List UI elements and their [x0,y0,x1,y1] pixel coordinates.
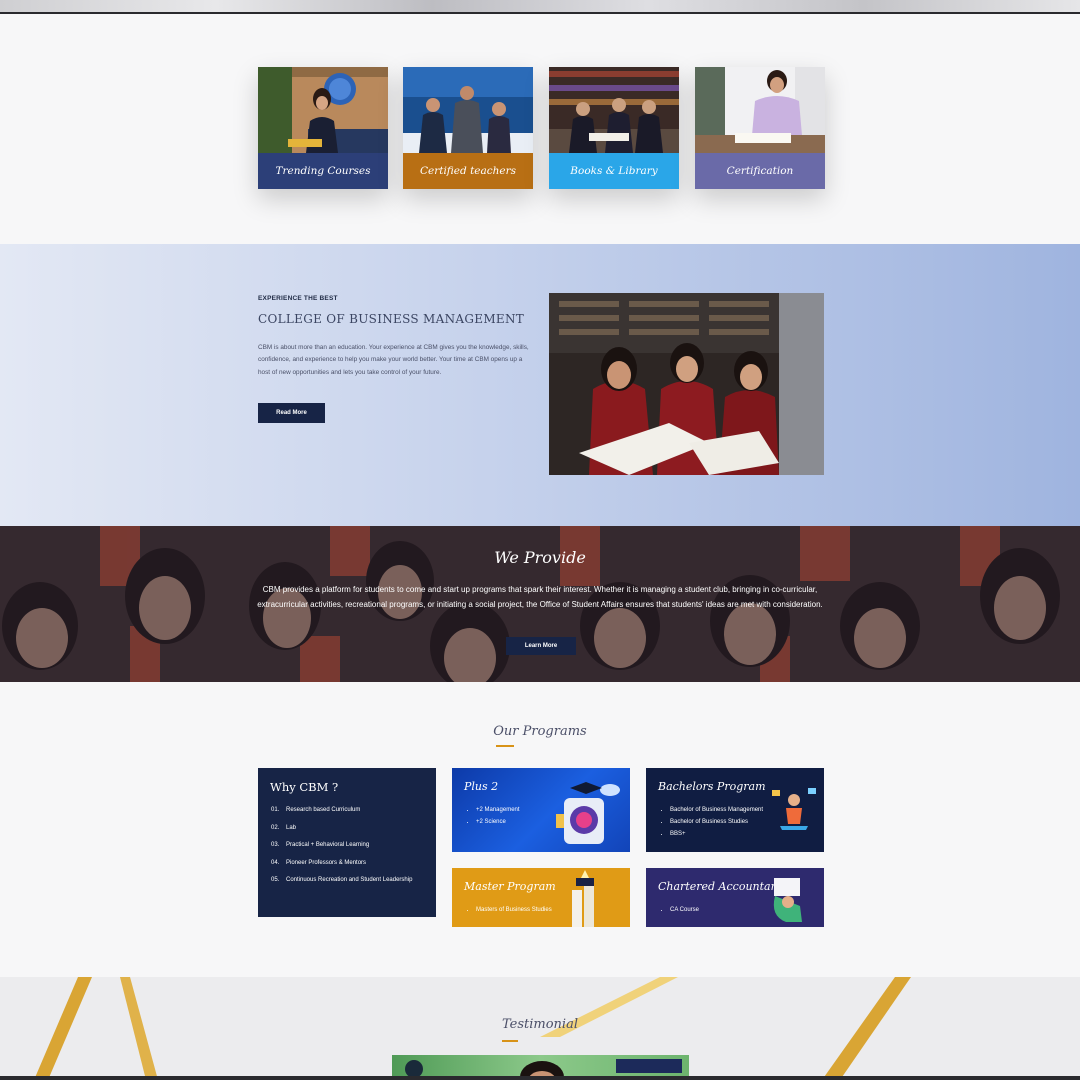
list-item: 04. Pioneer Professors & Mentors [271,859,367,866]
about-photo [549,293,824,475]
books-stack-illustration [572,870,594,927]
program-list: CA Course [670,904,699,916]
program-title: Plus 2 [464,780,499,793]
why-cbm-list: 01. Research based Curriculum 02. Lab 03. P… [271,805,412,893]
card-trending-courses[interactable]: Trending Courses [258,67,388,189]
card-certification[interactable]: Certification [695,67,825,189]
why-cbm-card: Why CBM ? 01. Research based Curriculum 0… [258,768,436,917]
card-photo [549,67,679,153]
about-title: COLLEGE OF BUSINESS MANAGEMENT [258,312,525,326]
card-photo [695,67,825,153]
top-banner-strip [0,0,1080,14]
card-certified-teachers[interactable]: Certified teachers [403,67,533,189]
program-title: Bachelors Program [658,780,766,793]
testimonial-title-underline [502,1040,518,1042]
program-card-chartered-accountancy[interactable]: Chartered Accountancy CA Course [646,868,824,927]
learn-more-button[interactable]: Learn More [506,637,576,655]
card-caption: Certification [695,153,825,189]
about-section: EXPERIENCE THE BEST COLLEGE OF BUSINESS … [0,244,1080,526]
card-photo [258,67,388,153]
program-card-plus2[interactable]: Plus 2 +2 Management +2 Science [452,768,630,852]
card-caption: Books & Library [549,153,679,189]
program-card-bachelors[interactable]: Bachelors Program Bachelor of Business M… [646,768,824,852]
we-provide-text: CBM provides a platform for students to … [257,585,823,609]
card-books-library[interactable]: Books & Library [549,67,679,189]
card-photo [403,67,533,153]
why-cbm-title: Why CBM ? [270,780,339,794]
bottom-window-edge [0,1076,1080,1080]
programs-title-underline [496,745,514,747]
program-list: Masters of Business Studies [476,904,552,916]
list-item: 02. Lab [271,824,297,831]
feature-cards: Trending Courses Certified teachers Book… [258,67,825,189]
card-caption: Certified teachers [403,153,533,189]
program-card-master[interactable]: Master Program Masters of Business Studi… [452,868,630,927]
testimonial-section: Testimonial [0,977,1080,1080]
accountant-illustration [773,878,802,922]
program-list: +2 Management +2 Science [476,804,520,828]
program-title: Master Program [464,880,556,893]
read-more-button[interactable]: Read More [258,403,325,423]
list-item: 05. Continuous Recreation and Student Lea… [271,877,413,883]
program-list: Bachelor of Business Management Bachelor… [670,804,763,840]
student-juggling-illustration [772,788,816,830]
card-caption: Trending Courses [258,153,388,189]
testimonial-title: Testimonial [501,1017,578,1032]
list-item: 01. Research based Curriculum [271,807,361,813]
programs-title: Our Programs [493,724,587,739]
list-item: 03. Practical + Behavioral Learning [271,842,370,848]
we-provide-title: We Provide [494,548,586,567]
graduation-robot-illustration [556,782,620,844]
about-eyebrow: EXPERIENCE THE BEST [258,295,338,302]
we-provide-section: We Provide CBM provides a platform for s… [0,526,1080,682]
about-text: CBM is about more than an education. You… [258,344,529,376]
